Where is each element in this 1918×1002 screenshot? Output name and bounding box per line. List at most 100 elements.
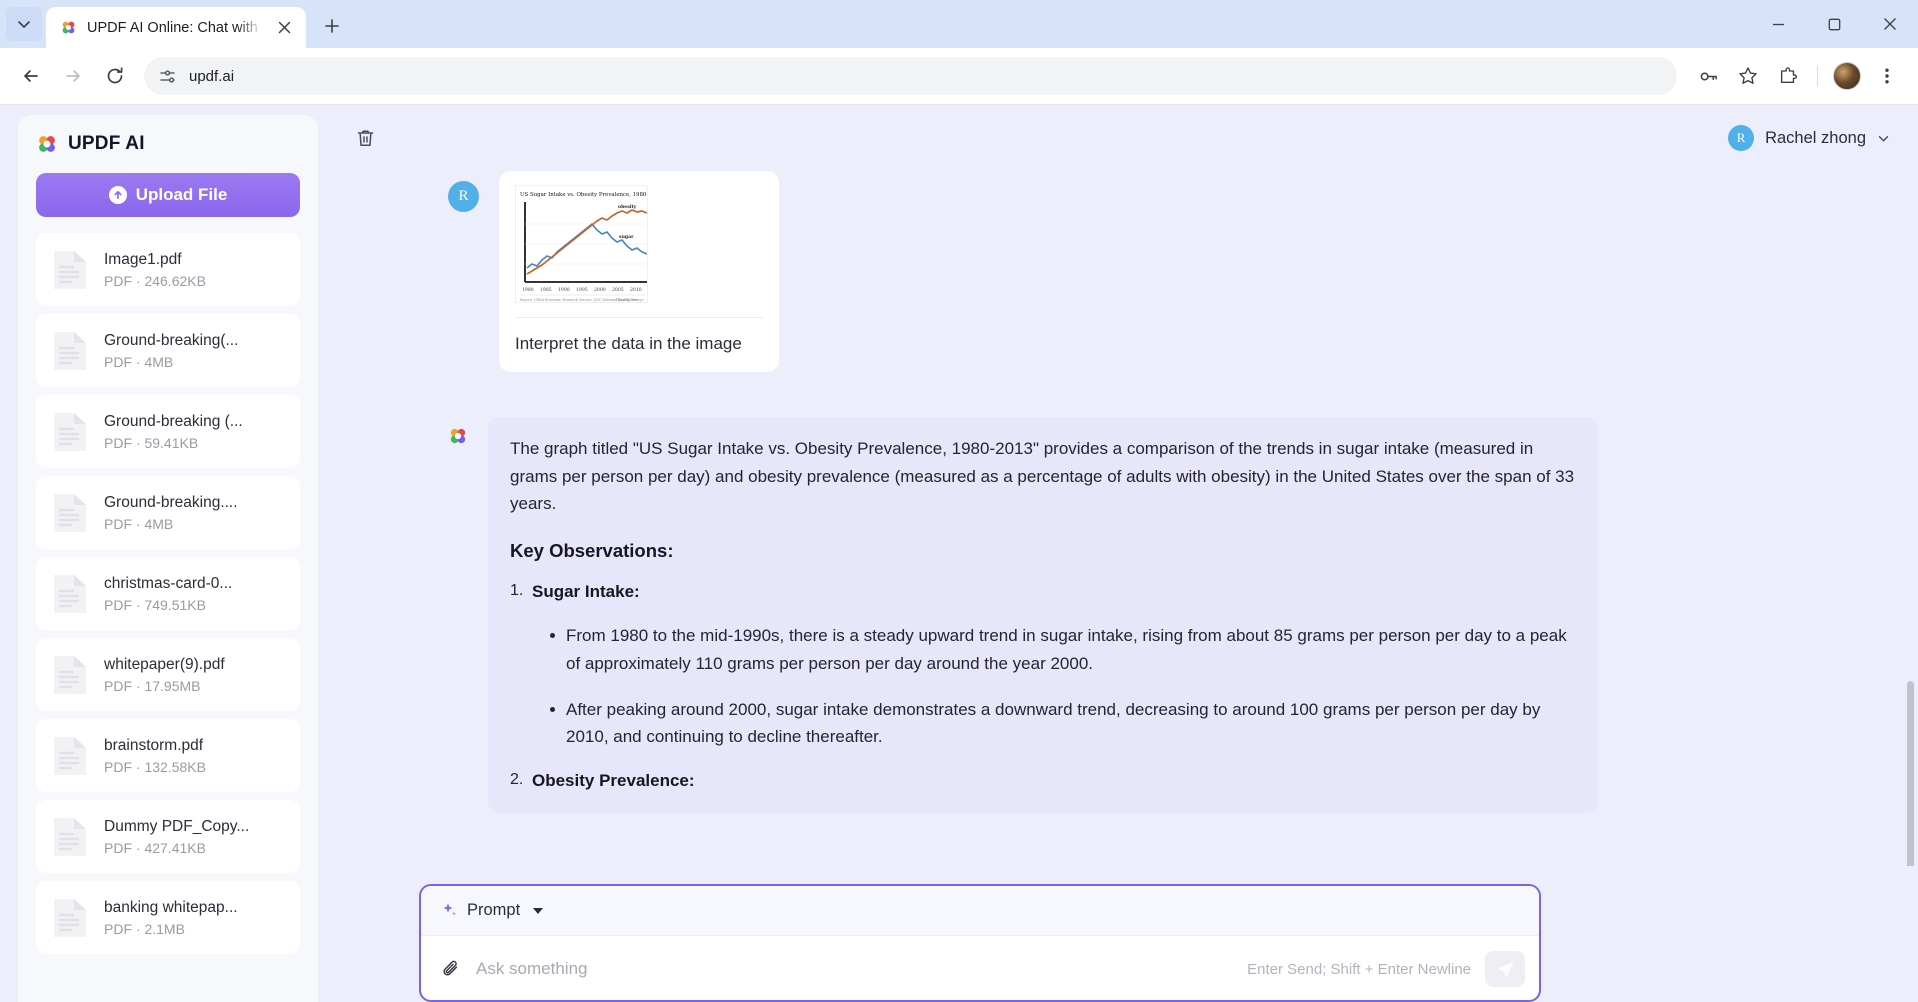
profile-button[interactable] [1828, 57, 1866, 95]
file-list[interactable]: Image1.pdf PDF · 246.62KB Ground-breakin… [36, 233, 300, 1002]
avatar: R [1728, 125, 1755, 151]
brand: UPDF AI [36, 133, 300, 155]
ai-observation-bullets: From 1980 to the mid-1990s, there is a s… [532, 622, 1576, 751]
file-meta-text: PDF · 4MB [104, 515, 174, 532]
list-number: 2. [510, 770, 524, 788]
pdf-file-icon [54, 898, 86, 937]
pdf-file-icon [54, 493, 86, 532]
attachment-thumbnail[interactable]: US Sugar Intake vs. Obesity Prevalence, … [515, 185, 648, 303]
ai-observation-item: 1. Sugar Intake: From 1980 to the mid-19… [510, 582, 1576, 751]
extensions-button[interactable] [1769, 57, 1807, 95]
file-list-item[interactable]: banking whitepap... PDF · 2.1MB [36, 881, 300, 954]
tab-search-button[interactable] [6, 7, 42, 41]
file-name: Ground-breaking.... [104, 493, 238, 511]
forward-arrow-icon [66, 70, 80, 82]
file-meta-text: PDF · 59.41KB [104, 434, 199, 451]
updf-ai-app: UPDF AI Upload File Image1.pdf PDF · 246… [0, 105, 1918, 1002]
ai-bullet: From 1980 to the mid-1990s, there is a s… [550, 622, 1576, 677]
file-list-item[interactable]: Ground-breaking.... PDF · 4MB [36, 476, 300, 549]
forward-button[interactable] [54, 57, 92, 95]
sugar-obesity-chart-thumbnail: US Sugar Intake vs. Obesity Prevalence, … [516, 186, 648, 302]
paperclip-icon[interactable] [441, 959, 462, 980]
caret-down-icon[interactable] [533, 907, 544, 914]
close-icon [278, 21, 290, 34]
file-list-item[interactable]: brainstorm.pdf PDF · 132.58KB [36, 719, 300, 792]
password-manager-button[interactable] [1689, 57, 1727, 95]
file-meta-text: PDF · 749.51KB [104, 596, 206, 613]
profile-avatar-icon [1833, 62, 1861, 90]
ai-heading: Key Observations: [510, 540, 674, 562]
site-settings-icon[interactable] [158, 67, 177, 86]
trash-icon [357, 130, 373, 146]
window-controls [1750, 0, 1918, 48]
pdf-file-icon [54, 250, 86, 289]
back-button[interactable] [12, 57, 50, 95]
file-name: christmas-card-0... [104, 574, 233, 592]
browser-menu-button[interactable] [1868, 57, 1906, 95]
svg-text:2010: 2010 [630, 287, 642, 293]
file-list-item[interactable]: whitepaper(9).pdf PDF · 17.95MB [36, 638, 300, 711]
window-maximize-button[interactable] [1806, 0, 1862, 48]
browser-tab[interactable]: UPDF AI Online: Chat with PDF [46, 7, 306, 48]
sidebar: UPDF AI Upload File Image1.pdf PDF · 246… [18, 115, 318, 1002]
reload-icon [107, 67, 123, 84]
pdf-file-icon [54, 331, 86, 370]
file-meta-text: PDF · 2.1MB [104, 920, 185, 937]
window-minimize-button[interactable] [1750, 0, 1806, 48]
prompt-selector-label[interactable]: Prompt [467, 901, 520, 920]
bookmark-button[interactable] [1729, 57, 1767, 95]
file-list-item[interactable]: christmas-card-0... PDF · 749.51KB [36, 557, 300, 630]
user-message-text: Interpret the data in the image [515, 317, 763, 372]
back-arrow-icon [24, 70, 38, 82]
updf-ai-logo-icon [450, 428, 466, 444]
file-meta: christmas-card-0... PDF · 749.51KB [104, 575, 232, 613]
file-meta: Ground-breaking.... PDF · 4MB [104, 494, 238, 532]
plus-icon [325, 19, 339, 33]
list-number: 1. [510, 582, 524, 600]
ai-message: The graph titled "US Sugar Intake vs. Ob… [368, 417, 1878, 813]
upload-file-button[interactable]: Upload File [36, 173, 300, 217]
user-menu[interactable]: R Rachel zhong [1728, 125, 1890, 151]
reload-button[interactable] [96, 57, 134, 95]
file-list-item[interactable]: Ground-breaking (... PDF · 59.41KB [36, 395, 300, 468]
file-list-item[interactable]: Dummy PDF_Copy... PDF · 427.41KB [36, 800, 300, 873]
browser-nav-bar: updf.ai [0, 48, 1918, 105]
svg-text:2005: 2005 [612, 287, 624, 293]
updf-logo-icon [62, 21, 75, 34]
tab-strip: UPDF AI Online: Chat with PDF [0, 0, 348, 48]
upload-arrow-icon [108, 186, 127, 204]
message-input[interactable] [476, 959, 1234, 979]
file-meta: Dummy PDF_Copy... PDF · 427.41KB [104, 818, 249, 856]
address-bar[interactable]: updf.ai [144, 57, 1677, 95]
ai-bullet: After peaking around 2000, sugar intake … [550, 696, 1576, 751]
toolbar-divider [1817, 65, 1818, 87]
new-tab-button[interactable] [316, 10, 348, 42]
extensions-puzzle-icon [1780, 67, 1797, 84]
file-meta-text: PDF · 132.58KB [104, 758, 206, 775]
file-meta: Image1.pdf PDF · 246.62KB [104, 251, 206, 289]
tab-close-button[interactable] [272, 16, 296, 40]
svg-text:sugar: sugar [619, 235, 634, 240]
file-list-item[interactable]: Ground-breaking(... PDF · 4MB [36, 314, 300, 387]
minimize-icon [1772, 23, 1784, 25]
ai-message-bubble: The graph titled "US Sugar Intake vs. Ob… [488, 417, 1598, 813]
send-button[interactable] [1485, 951, 1525, 987]
svg-text:obesity: obesity [618, 204, 637, 210]
svg-text:1995: 1995 [576, 287, 588, 293]
pdf-file-icon [54, 736, 86, 775]
ai-observation-title: Obesity Prevalence: [532, 770, 695, 790]
avatar: R [448, 181, 479, 212]
svg-text:US Sugar Intake vs. Obesity Pr: US Sugar Intake vs. Obesity Prevalence, … [520, 192, 648, 198]
file-meta: whitepaper(9).pdf PDF · 17.95MB [104, 656, 225, 694]
file-meta-text: PDF · 246.62KB [104, 272, 206, 289]
file-list-item[interactable]: Image1.pdf PDF · 246.62KB [36, 233, 300, 306]
delete-conversation-button[interactable] [348, 121, 382, 155]
svg-text:2000: 2000 [594, 287, 606, 293]
file-meta-text: PDF · 17.95MB [104, 677, 201, 694]
file-name: Image1.pdf [104, 250, 182, 268]
file-meta: brainstorm.pdf PDF · 132.58KB [104, 737, 206, 775]
window-close-button[interactable] [1862, 0, 1918, 48]
file-name: brainstorm.pdf [104, 736, 204, 754]
chat-scrollbar[interactable] [1907, 681, 1914, 866]
chat-scroll-area[interactable]: R US Sugar Intake vs. Obesity Prevalence… [328, 161, 1918, 866]
